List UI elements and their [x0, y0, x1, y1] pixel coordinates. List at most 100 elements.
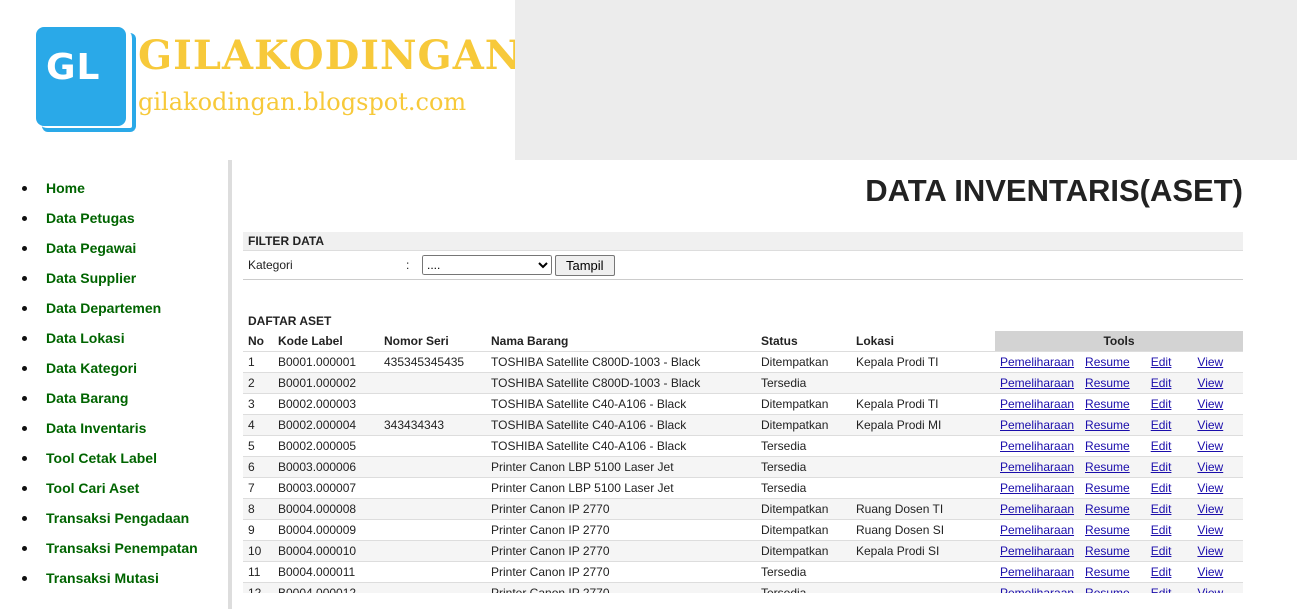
cell-no: 8	[243, 498, 273, 520]
pemeliharaan-link[interactable]: Pemeliharaan	[1000, 439, 1074, 453]
edit-link[interactable]: Edit	[1151, 523, 1172, 537]
cell-kode-label: B0004.000011	[273, 561, 379, 583]
table-header-row: No Kode Label Nomor Seri Nama Barang Sta…	[243, 331, 1243, 352]
edit-link[interactable]: Edit	[1151, 439, 1172, 453]
pemeliharaan-link[interactable]: Pemeliharaan	[1000, 460, 1074, 474]
pemeliharaan-link[interactable]: Pemeliharaan	[1000, 502, 1074, 516]
sidebar-item-label: Data Supplier	[46, 270, 137, 286]
edit-link[interactable]: Edit	[1151, 565, 1172, 579]
cell-kode-label: B0001.000001	[273, 351, 379, 373]
sidebar-item-label: Data Kategori	[46, 360, 138, 376]
resume-link[interactable]: Resume	[1085, 502, 1130, 516]
cell-nama-barang: Printer Canon LBP 5100 Laser Jet	[486, 477, 756, 499]
cell-tools: Pemeliharaan Resume Edit View	[995, 477, 1243, 499]
pemeliharaan-link[interactable]: Pemeliharaan	[1000, 481, 1074, 495]
cell-kode-label: B0002.000003	[273, 393, 379, 415]
pemeliharaan-link[interactable]: Pemeliharaan	[1000, 376, 1074, 390]
cell-lokasi: Kepala Prodi SI	[851, 540, 995, 562]
cell-kode-label: B0002.000005	[273, 435, 379, 457]
edit-link[interactable]: Edit	[1151, 502, 1172, 516]
resume-link[interactable]: Resume	[1085, 418, 1130, 432]
cell-nama-barang: Printer Canon IP 2770	[486, 498, 756, 520]
view-link[interactable]: View	[1197, 460, 1223, 474]
resume-link[interactable]: Resume	[1085, 565, 1130, 579]
edit-link[interactable]: Edit	[1151, 544, 1172, 558]
edit-link[interactable]: Edit	[1151, 418, 1172, 432]
edit-link[interactable]: Edit	[1151, 355, 1172, 369]
pemeliharaan-link[interactable]: Pemeliharaan	[1000, 523, 1074, 537]
resume-link[interactable]: Resume	[1085, 376, 1130, 390]
table-row: 3 B0002.000003 TOSHIBA Satellite C40-A106 …	[243, 393, 1243, 415]
sidebar-item-data-supplier[interactable]: Data Supplier	[22, 263, 198, 293]
cell-no: 11	[243, 561, 273, 583]
pemeliharaan-link[interactable]: Pemeliharaan	[1000, 418, 1074, 432]
bullet-icon	[22, 395, 27, 401]
sidebar-item-transaksi-mutasi[interactable]: Transaksi Mutasi	[22, 563, 198, 593]
view-link[interactable]: View	[1197, 418, 1223, 432]
cell-status: Ditempatkan	[756, 540, 851, 562]
tampil-button[interactable]: Tampil	[555, 255, 615, 276]
table-row: 10 B0004.000010 Printer Canon IP 2770 Ditem…	[243, 540, 1243, 562]
bullet-icon	[22, 275, 27, 281]
view-link[interactable]: View	[1197, 502, 1223, 516]
sidebar-divider	[228, 160, 232, 609]
view-link[interactable]: View	[1197, 439, 1223, 453]
bullet-icon	[22, 515, 27, 521]
cell-nomor-seri: 343434343	[379, 414, 486, 436]
sidebar-item-label: Transaksi Mutasi	[46, 570, 159, 586]
sidebar-item-data-kategori[interactable]: Data Kategori	[22, 353, 198, 383]
bullet-icon	[22, 425, 27, 431]
cell-tools: Pemeliharaan Resume Edit View	[995, 393, 1243, 415]
sidebar-item-home[interactable]: Home	[22, 173, 198, 203]
list-heading: DAFTAR ASET	[248, 314, 332, 328]
cell-status: Tersedia	[756, 477, 851, 499]
bullet-icon	[22, 365, 27, 371]
category-select[interactable]: ....	[422, 255, 552, 275]
view-link[interactable]: View	[1197, 523, 1223, 537]
resume-link[interactable]: Resume	[1085, 523, 1130, 537]
edit-link[interactable]: Edit	[1151, 481, 1172, 495]
sidebar-item-data-pegawai[interactable]: Data Pegawai	[22, 233, 198, 263]
pemeliharaan-link[interactable]: Pemeliharaan	[1000, 355, 1074, 369]
cell-nomor-seri	[379, 498, 486, 520]
sidebar-item-tool-cari-aset[interactable]: Tool Cari Aset	[22, 473, 198, 503]
view-link[interactable]: View	[1197, 544, 1223, 558]
filter-category-label: Kategori	[248, 258, 293, 272]
resume-link[interactable]: Resume	[1085, 460, 1130, 474]
sidebar-item-transaksi-penempatan[interactable]: Transaksi Penempatan	[22, 533, 198, 563]
view-link[interactable]: View	[1197, 565, 1223, 579]
view-link[interactable]: View	[1197, 376, 1223, 390]
pemeliharaan-link[interactable]: Pemeliharaan	[1000, 397, 1074, 411]
view-link[interactable]: View	[1197, 481, 1223, 495]
cell-nomor-seri	[379, 393, 486, 415]
sidebar-item-label: Transaksi Penempatan	[46, 540, 198, 556]
cell-tools: Pemeliharaan Resume Edit View	[995, 540, 1243, 562]
sidebar-item-data-inventaris[interactable]: Data Inventaris	[22, 413, 198, 443]
sidebar-item-data-barang[interactable]: Data Barang	[22, 383, 198, 413]
sidebar-item-label: Tool Cetak Label	[46, 450, 157, 466]
cell-lokasi: Ruang Dosen SI	[851, 519, 995, 541]
sidebar-item-data-departemen[interactable]: Data Departemen	[22, 293, 198, 323]
edit-link[interactable]: Edit	[1151, 460, 1172, 474]
sidebar-item-data-lokasi[interactable]: Data Lokasi	[22, 323, 198, 353]
sidebar-item-data-petugas[interactable]: Data Petugas	[22, 203, 198, 233]
pemeliharaan-link[interactable]: Pemeliharaan	[1000, 544, 1074, 558]
resume-link[interactable]: Resume	[1085, 544, 1130, 558]
table-row: 1 B0001.000001 435345345435 TOSHIBA Satelli…	[243, 351, 1243, 373]
sidebar-item-label: Data Pegawai	[46, 240, 137, 256]
sidebar-item-transaksi-pengadaan[interactable]: Transaksi Pengadaan	[22, 503, 198, 533]
cell-lokasi	[851, 477, 995, 499]
sidebar-item-tool-cetak-label[interactable]: Tool Cetak Label	[22, 443, 198, 473]
cell-lokasi	[851, 561, 995, 583]
view-link[interactable]: View	[1197, 397, 1223, 411]
resume-link[interactable]: Resume	[1085, 355, 1130, 369]
resume-link[interactable]: Resume	[1085, 481, 1130, 495]
edit-link[interactable]: Edit	[1151, 397, 1172, 411]
view-link[interactable]: View	[1197, 355, 1223, 369]
edit-link[interactable]: Edit	[1151, 376, 1172, 390]
resume-link[interactable]: Resume	[1085, 397, 1130, 411]
resume-link[interactable]: Resume	[1085, 439, 1130, 453]
pemeliharaan-link[interactable]: Pemeliharaan	[1000, 565, 1074, 579]
bullet-icon	[22, 245, 27, 251]
cell-no: 7	[243, 477, 273, 499]
